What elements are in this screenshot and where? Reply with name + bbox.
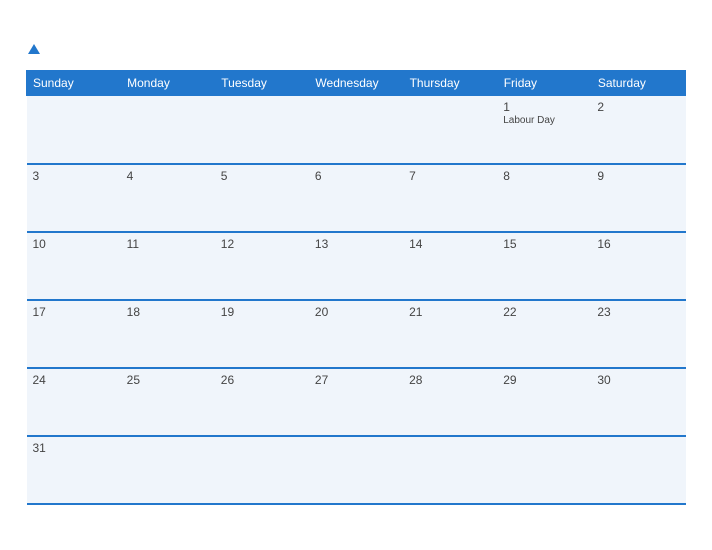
day-number: 22	[503, 305, 585, 319]
calendar-day-cell: 6	[309, 164, 403, 232]
calendar-day-cell: 29	[497, 368, 591, 436]
day-event: Labour Day	[503, 115, 585, 126]
calendar-week-row: 17 18 19 20 21 22 23	[27, 300, 686, 368]
calendar-day-cell: 14	[403, 232, 497, 300]
calendar-day-cell: 23	[591, 300, 685, 368]
calendar-day-cell: 7	[403, 164, 497, 232]
day-number: 17	[33, 305, 115, 319]
calendar-day-cell: 22	[497, 300, 591, 368]
day-number: 16	[597, 237, 679, 251]
weekday-header-row: SundayMondayTuesdayWednesdayThursdayFrid…	[27, 71, 686, 96]
calendar-day-cell	[497, 436, 591, 504]
calendar-day-cell: 2	[591, 96, 685, 164]
weekday-header-cell: Friday	[497, 71, 591, 96]
calendar-day-cell: 25	[121, 368, 215, 436]
day-number: 11	[127, 237, 209, 251]
weekday-header-cell: Thursday	[403, 71, 497, 96]
day-number: 14	[409, 237, 491, 251]
calendar-day-cell	[215, 436, 309, 504]
day-number: 20	[315, 305, 397, 319]
calendar-day-cell: 19	[215, 300, 309, 368]
calendar-day-cell	[27, 96, 121, 164]
calendar-day-cell	[215, 96, 309, 164]
day-number: 25	[127, 373, 209, 387]
calendar-day-cell: 5	[215, 164, 309, 232]
calendar-day-cell: 24	[27, 368, 121, 436]
logo	[26, 40, 40, 58]
calendar-day-cell: 18	[121, 300, 215, 368]
calendar-day-cell	[591, 436, 685, 504]
day-number: 12	[221, 237, 303, 251]
day-number: 7	[409, 169, 491, 183]
day-number: 8	[503, 169, 585, 183]
calendar-day-cell: 11	[121, 232, 215, 300]
day-number: 4	[127, 169, 209, 183]
calendar-week-row: 1Labour Day 2	[27, 96, 686, 164]
calendar-day-cell	[309, 96, 403, 164]
calendar-day-cell	[121, 436, 215, 504]
calendar-day-cell: 4	[121, 164, 215, 232]
calendar-day-cell: 26	[215, 368, 309, 436]
calendar-week-row: 10 11 12 13 14 15 16	[27, 232, 686, 300]
day-number: 28	[409, 373, 491, 387]
calendar-day-cell	[309, 436, 403, 504]
calendar-day-cell	[121, 96, 215, 164]
weekday-header-cell: Sunday	[27, 71, 121, 96]
day-number: 23	[597, 305, 679, 319]
logo-line1	[26, 40, 40, 58]
day-number: 1	[503, 100, 585, 114]
weekday-header-cell: Monday	[121, 71, 215, 96]
calendar-day-cell	[403, 96, 497, 164]
day-number: 30	[597, 373, 679, 387]
calendar-header-row: SundayMondayTuesdayWednesdayThursdayFrid…	[27, 71, 686, 96]
weekday-header-cell: Tuesday	[215, 71, 309, 96]
calendar-day-cell: 30	[591, 368, 685, 436]
day-number: 10	[33, 237, 115, 251]
logo-triangle-icon	[28, 44, 40, 54]
day-number: 19	[221, 305, 303, 319]
calendar-day-cell: 20	[309, 300, 403, 368]
calendar-day-cell: 13	[309, 232, 403, 300]
weekday-header-cell: Wednesday	[309, 71, 403, 96]
calendar-week-row: 3456789	[27, 164, 686, 232]
calendar-container: SundayMondayTuesdayWednesdayThursdayFrid…	[11, 30, 701, 519]
calendar-body: 1Labour Day23456789101112131415161718192…	[27, 96, 686, 504]
day-number: 9	[597, 169, 679, 183]
calendar-day-cell	[403, 436, 497, 504]
day-number: 24	[33, 373, 115, 387]
calendar-day-cell: 17	[27, 300, 121, 368]
weekday-header-cell: Saturday	[591, 71, 685, 96]
calendar-day-cell: 31	[27, 436, 121, 504]
day-number: 13	[315, 237, 397, 251]
day-number: 3	[33, 169, 115, 183]
calendar-day-cell: 9	[591, 164, 685, 232]
calendar-day-cell: 3	[27, 164, 121, 232]
day-number: 18	[127, 305, 209, 319]
calendar-day-cell: 16	[591, 232, 685, 300]
day-number: 21	[409, 305, 491, 319]
day-number: 2	[597, 100, 679, 114]
calendar-day-cell: 10	[27, 232, 121, 300]
day-number: 26	[221, 373, 303, 387]
calendar-day-cell: 15	[497, 232, 591, 300]
day-number: 27	[315, 373, 397, 387]
day-number: 15	[503, 237, 585, 251]
calendar-day-cell: 21	[403, 300, 497, 368]
calendar-week-row: 24 25 26 27 28 29 30	[27, 368, 686, 436]
calendar-day-cell: 12	[215, 232, 309, 300]
calendar-day-cell: 27	[309, 368, 403, 436]
calendar-grid: SundayMondayTuesdayWednesdayThursdayFrid…	[26, 70, 686, 505]
day-number: 6	[315, 169, 397, 183]
day-number: 29	[503, 373, 585, 387]
calendar-day-cell: 28	[403, 368, 497, 436]
calendar-week-row: 31	[27, 436, 686, 504]
calendar-header	[26, 40, 686, 58]
calendar-day-cell: 1Labour Day	[497, 96, 591, 164]
day-number: 31	[33, 441, 115, 455]
calendar-day-cell: 8	[497, 164, 591, 232]
day-number: 5	[221, 169, 303, 183]
